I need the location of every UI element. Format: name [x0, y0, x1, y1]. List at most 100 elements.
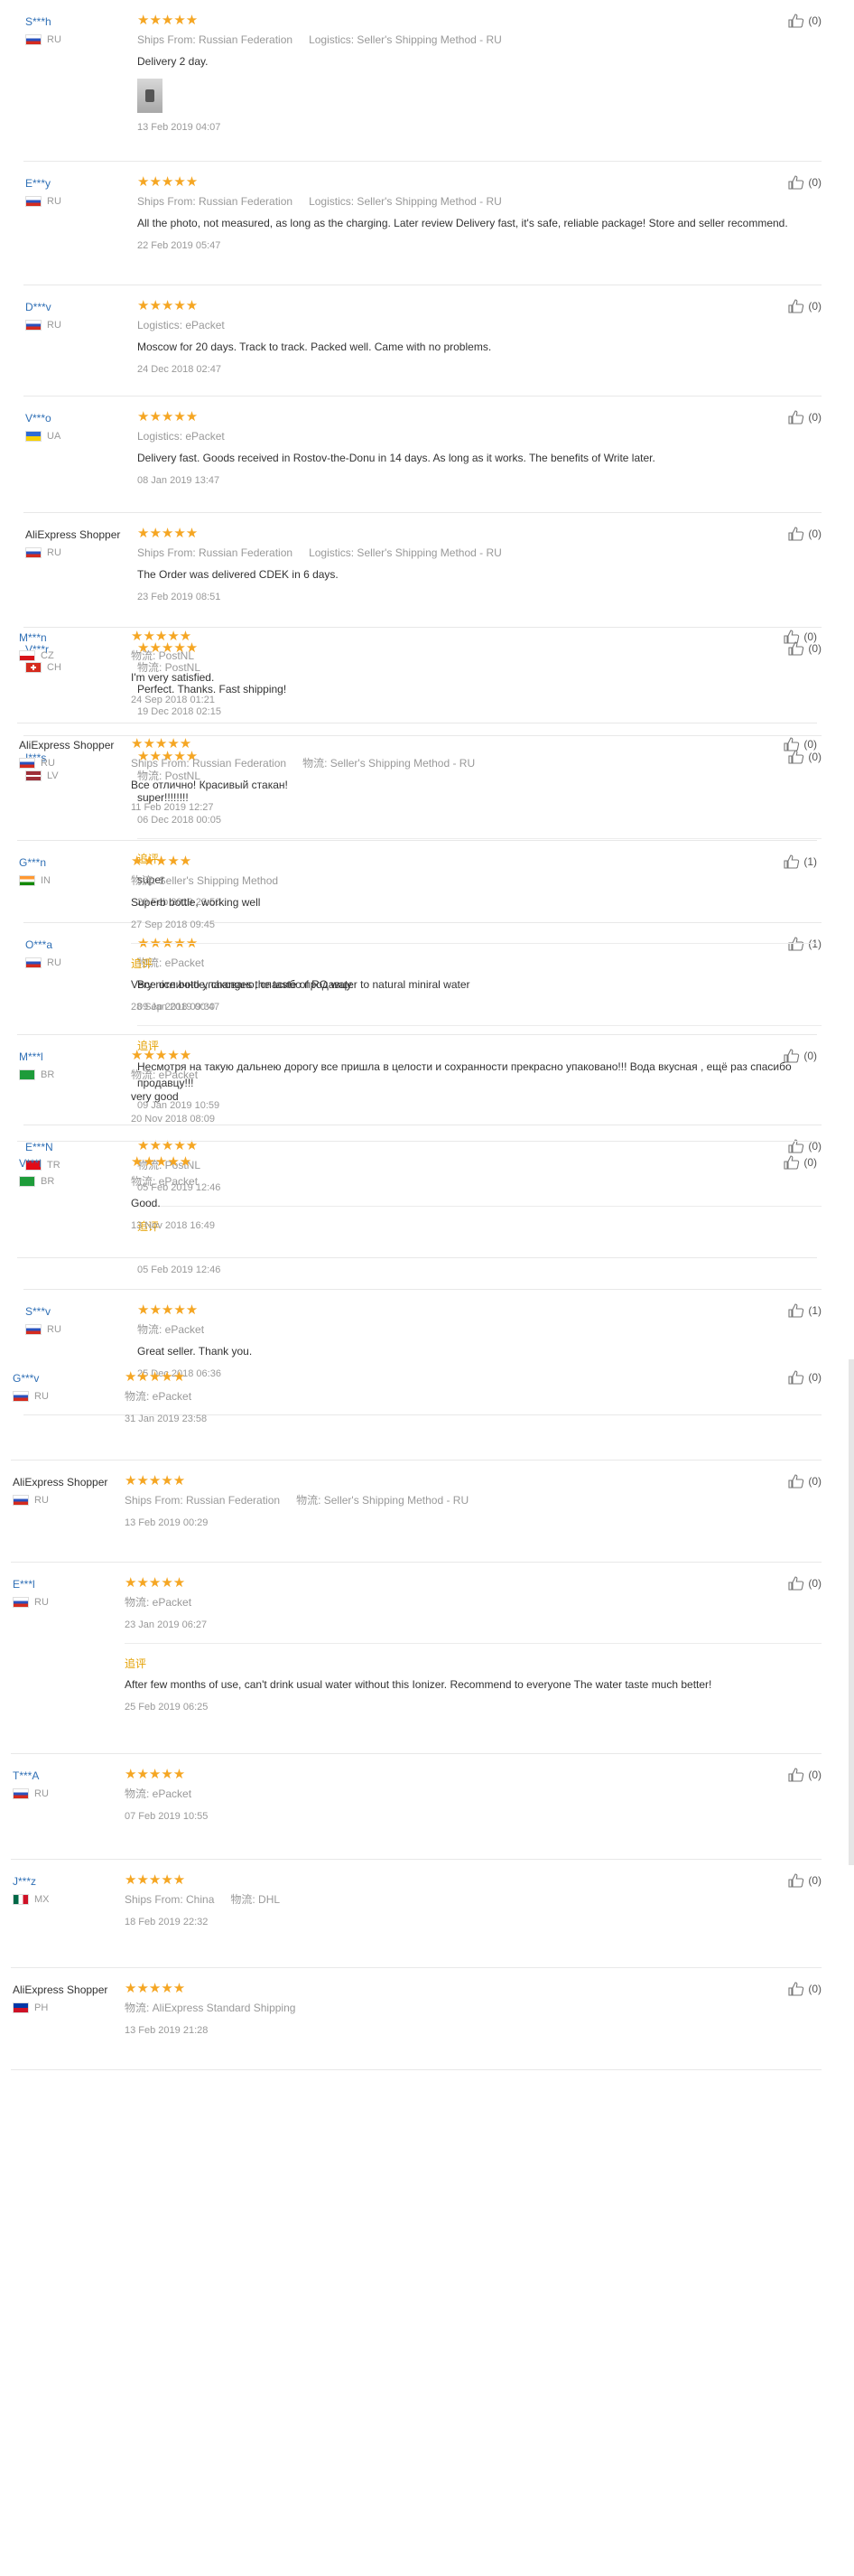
reviewer-name[interactable]: E***y	[25, 175, 137, 191]
review-item: E***y RU ★★★★★ Ships From: Russian Federati…	[23, 162, 822, 285]
reviewer-name[interactable]: V***l	[19, 1155, 131, 1171]
country-code: RU	[41, 758, 55, 769]
helpful-count: (0)	[808, 1983, 822, 1995]
thumbs-up-icon	[788, 527, 804, 541]
flag-in-icon	[19, 875, 35, 886]
ships-info: Ships From: Russian Federation	[137, 546, 293, 559]
reviewer-name: AliExpress Shopper	[13, 1476, 108, 1489]
review-body: ★★★★★ 物流: ePacket 23 Jan 2019 06:27 追评 After…	[125, 1576, 822, 1741]
review-item: AliExpress Shopper RU ★★★★★ Ships From: Rus…	[11, 1461, 822, 1563]
reviewer-name[interactable]: G***v	[13, 1370, 125, 1386]
ships-info: Ships From: Russian Federation	[137, 33, 293, 46]
star-rating: ★★★★★	[131, 629, 192, 644]
review-item: AliExpress Shopper RU ★★★★★ Ships From: Rus…	[17, 723, 817, 841]
country-code: MX	[34, 1894, 50, 1905]
helpful-button[interactable]: (0)	[788, 1768, 822, 1782]
helpful-button[interactable]: (0)	[788, 14, 822, 28]
flag-ru-icon	[13, 1391, 29, 1402]
reviewer-name[interactable]: M***l	[19, 1049, 131, 1065]
review-item: M***n CZ ★★★★★ 物流: PostNL I'm very satisfied…	[17, 616, 817, 723]
helpful-button[interactable]: (0)	[784, 1049, 817, 1063]
reviewer-name[interactable]: D***v	[25, 299, 137, 315]
thumbs-up-icon	[784, 737, 800, 751]
logistics-info: 物流: ePacket	[125, 1388, 822, 1405]
additional-feedback-text: After few months of use, can't drink usu…	[125, 1678, 712, 1691]
helpful-count: (0)	[808, 14, 822, 27]
helpful-button[interactable]: (0)	[788, 1474, 822, 1489]
logistics-info: 物流: ePacket	[137, 1321, 822, 1338]
reviewer-country: RU	[25, 34, 137, 45]
reviewer-name[interactable]: J***z	[13, 1873, 125, 1890]
review-body: ★★★★★ Logistics: ePacket Moscow for 20 day…	[137, 299, 822, 384]
helpful-button[interactable]: (0)	[788, 1370, 822, 1385]
review-user: S***h RU	[23, 14, 137, 149]
reviewer-country: MX	[13, 1894, 125, 1905]
helpful-button[interactable]: (0)	[788, 299, 822, 313]
page-scrollbar[interactable]	[849, 1359, 854, 1865]
review-user: AliExpress Shopper RU	[17, 737, 131, 828]
flag-ru-icon	[25, 1324, 42, 1335]
ships-info: Ships From: China	[125, 1893, 215, 1906]
star-rating: ★★★★★	[137, 1302, 199, 1318]
review-body: ★★★★★ Ships From: Russian Federation Logis…	[137, 175, 822, 273]
helpful-button[interactable]: (0)	[788, 527, 822, 541]
logistics-method: 物流: Seller's Shipping Method - RU	[296, 1494, 469, 1507]
logistics-info: 物流: ePacket	[125, 1594, 822, 1610]
review-item: G***v RU ★★★★★ 物流: ePacket 31 Jan 2019 23:58…	[11, 1357, 822, 1461]
helpful-button[interactable]: (1)	[788, 1303, 822, 1318]
helpful-button[interactable]: (0)	[788, 410, 822, 425]
helpful-button[interactable]: (1)	[784, 854, 817, 869]
reviewer-name[interactable]: E***l	[13, 1576, 125, 1592]
review-text: I'm very satisfied.	[131, 671, 215, 684]
helpful-count: (0)	[808, 176, 822, 189]
reviewer-name[interactable]: M***n	[19, 630, 131, 646]
review-photo-thumbnail[interactable]	[137, 79, 162, 113]
reviewer-name[interactable]: S***h	[25, 14, 137, 30]
helpful-button[interactable]: (0)	[788, 1576, 822, 1591]
star-rating: ★★★★★	[131, 736, 192, 751]
star-rating: ★★★★★	[125, 1369, 186, 1385]
helpful-button[interactable]: (0)	[784, 737, 817, 751]
reviewer-name[interactable]: V***o	[25, 410, 137, 426]
reviewer-name[interactable]: G***n	[19, 854, 131, 871]
reviewer-country: UA	[25, 431, 137, 442]
review-item: T***A RU ★★★★★ 物流: ePacket 07 Feb 2019 10:55…	[11, 1754, 822, 1860]
helpful-button[interactable]: (0)	[788, 175, 822, 190]
thumbs-up-icon	[788, 1303, 804, 1318]
review-body: ★★★★★ Ships From: Russian Federation Logis…	[137, 14, 822, 149]
country-code: RU	[47, 196, 61, 207]
logistics-info: Ships From: China 物流: DHL	[125, 1891, 822, 1908]
reviewer-country: RU	[13, 1391, 125, 1402]
helpful-button[interactable]: (0)	[784, 630, 817, 644]
additional-feedback-date: 25 Feb 2019 06:25	[125, 1702, 209, 1713]
reviewer-name[interactable]: S***v	[25, 1303, 137, 1320]
country-code: UA	[47, 431, 61, 442]
flag-ru-icon	[13, 1495, 29, 1506]
helpful-button[interactable]: (0)	[788, 1982, 822, 1996]
flag-ru-icon	[25, 34, 42, 45]
thumbs-up-icon	[788, 1873, 804, 1888]
flag-ru-icon	[25, 320, 42, 331]
ships-info: Ships From: Russian Federation	[125, 1494, 281, 1507]
ships-info: Logistics: ePacket	[137, 430, 225, 443]
additional-feedback-date: 05 Feb 2019 12:46	[137, 1265, 221, 1275]
helpful-button[interactable]: (0)	[784, 1155, 817, 1170]
review-item: E***l RU ★★★★★ 物流: ePacket 23 Jan 2019 06:27…	[11, 1563, 822, 1754]
helpful-button[interactable]: (0)	[788, 1873, 822, 1888]
review-body: ★★★★★ 物流: ePacket 07 Feb 2019 10:55 (0)	[125, 1768, 822, 1847]
star-rating: ★★★★★	[125, 1767, 186, 1782]
review-date: 27 Sep 2018 09:45	[131, 919, 215, 930]
thumbs-up-icon	[788, 410, 804, 425]
review-item: G***n IN ★★★★★ 物流: Seller's Shipping Method…	[17, 841, 817, 1035]
logistics-info: 物流: PostNL	[131, 648, 817, 664]
country-code: CZ	[41, 650, 54, 661]
star-rating: ★★★★★	[137, 13, 199, 28]
review-body: ★★★★★ 物流: Seller's Shipping Method Superb …	[131, 854, 817, 1022]
helpful-count: (0)	[808, 1371, 822, 1384]
logistics-method: 物流: Seller's Shipping Method - RU	[302, 757, 476, 770]
review-item: D***v RU ★★★★★ Logistics: ePacket Moscow for…	[23, 285, 822, 397]
reviewer-country: PH	[13, 2002, 125, 2013]
review-user: G***n IN	[17, 854, 131, 1022]
reviewer-name[interactable]: T***A	[13, 1768, 125, 1784]
review-user: AliExpress Shopper RU	[11, 1474, 125, 1550]
